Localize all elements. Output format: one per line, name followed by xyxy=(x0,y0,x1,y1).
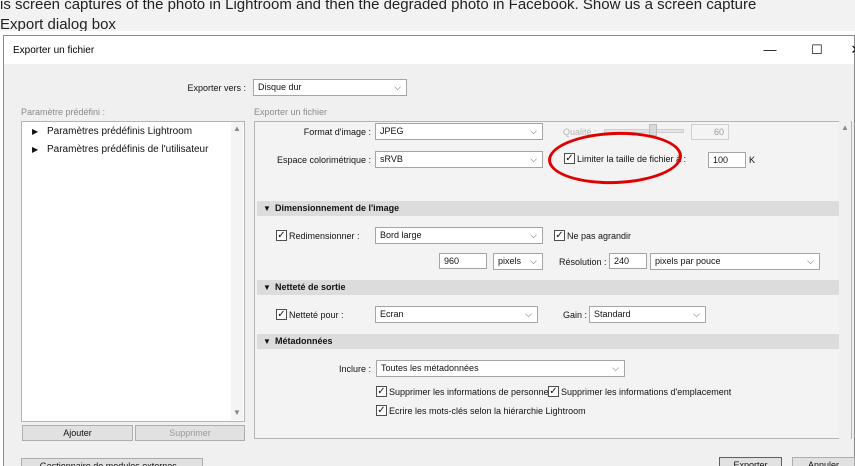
remove-preset-button[interactable]: Supprimer xyxy=(135,425,245,441)
quality-label: Qualité : xyxy=(563,127,597,137)
remove-location-checkbox[interactable]: ✓ xyxy=(548,386,559,397)
remove-location-label: Supprimer les informations d'emplacement xyxy=(561,387,732,397)
remove-person-label: Supprimer les informations de personne xyxy=(389,387,549,397)
limit-size-unit: K xyxy=(749,155,756,165)
sharpening-section-header[interactable]: ▼ Netteté de sortie xyxy=(257,280,839,295)
amount-select[interactable]: Standard ⌵ xyxy=(589,306,706,323)
chevron-down-icon: ⌵ xyxy=(612,363,619,373)
metadata-section-title: Métadonnées xyxy=(275,336,333,346)
background-text-line-2: Export dialog box xyxy=(0,16,116,31)
preset-group-label: Paramètres prédéfinis Lightroom xyxy=(47,126,193,137)
triangle-down-icon: ▼ xyxy=(263,283,271,292)
quality-slider-track[interactable] xyxy=(604,129,684,133)
chevron-down-icon: ⌵ xyxy=(807,256,814,266)
format-label: Format d'image : xyxy=(303,127,371,137)
resize-mode-select[interactable]: Bord large ⌵ xyxy=(375,227,543,244)
limit-size-checkbox[interactable]: ✓ xyxy=(564,153,575,164)
triangle-down-icon: ▼ xyxy=(263,337,271,346)
maximize-icon[interactable]: ☐ xyxy=(803,40,831,60)
colorspace-select[interactable]: sRVB ⌵ xyxy=(375,151,543,168)
size-unit-select[interactable]: pixels ⌵ xyxy=(493,253,543,270)
cancel-button[interactable]: Annuler xyxy=(792,457,855,466)
chevron-down-icon: ⌵ xyxy=(530,256,537,266)
colorspace-value: sRVB xyxy=(380,154,403,164)
resolution-input[interactable]: 240 xyxy=(609,253,647,269)
sharpen-checkbox[interactable]: ✓ xyxy=(276,309,287,320)
presets-header: Paramètre prédéfini : xyxy=(21,107,106,117)
sizing-section-title: Dimensionnement de l'image xyxy=(275,203,400,213)
scroll-up-icon[interactable]: ▲ xyxy=(841,123,849,132)
resolution-label: Résolution : xyxy=(559,257,607,267)
window-title: Exporter un fichier xyxy=(13,45,95,56)
preset-group-label: Paramètres prédéfinis de l'utilisateur xyxy=(47,144,209,155)
export-to-value: Disque dur xyxy=(258,82,302,92)
plugin-manager-button[interactable]: Gestionnaire de modules externes... xyxy=(21,458,203,466)
include-label: Inclure : xyxy=(338,364,371,374)
close-icon[interactable]: ✕ xyxy=(842,40,855,60)
remove-person-checkbox[interactable]: ✓ xyxy=(376,386,387,397)
quality-input[interactable]: 60 xyxy=(691,124,729,140)
sharpen-label: Netteté pour : xyxy=(289,310,344,320)
preset-group-user[interactable]: ▶ Paramètres prédéfinis de l'utilisateur xyxy=(32,143,208,157)
title-bar: Exporter un fichier — ☐ ✕ xyxy=(4,36,855,64)
sizing-section-header[interactable]: ▼ Dimensionnement de l'image xyxy=(257,201,839,216)
include-value: Toutes les métadonnées xyxy=(381,363,479,373)
background-forum-text: is screen captures of the photo in Light… xyxy=(0,0,855,31)
sharpening-section-title: Netteté de sortie xyxy=(275,282,346,292)
scroll-down-icon[interactable]: ▼ xyxy=(233,408,241,417)
settings-scrollbar[interactable]: ▲ xyxy=(839,121,851,439)
limit-size-label: Limiter la taille de fichier à : xyxy=(577,154,687,164)
sharpen-for-select[interactable]: Ecran ⌵ xyxy=(375,306,538,323)
chevron-down-icon: ⌵ xyxy=(530,230,537,240)
triangle-down-icon: ▼ xyxy=(263,204,271,213)
export-to-select[interactable]: Disque dur ⌵ xyxy=(253,79,407,96)
quality-slider-handle[interactable] xyxy=(649,124,657,136)
format-value: JPEG xyxy=(380,126,404,136)
resolution-unit-value: pixels par pouce xyxy=(655,256,721,266)
background-text-line-1: is screen captures of the photo in Light… xyxy=(0,0,757,13)
add-preset-button[interactable]: Ajouter xyxy=(22,425,133,441)
hierarchy-label: Ecrire les mots-clés selon la hiérarchie… xyxy=(389,406,586,416)
no-enlarge-checkbox[interactable]: ✓ xyxy=(554,230,565,241)
resolution-unit-select[interactable]: pixels par pouce ⌵ xyxy=(650,253,820,270)
chevron-down-icon: ⌵ xyxy=(530,154,537,164)
minimize-icon[interactable]: — xyxy=(756,40,784,60)
resize-mode-value: Bord large xyxy=(380,230,422,240)
scroll-up-icon[interactable]: ▲ xyxy=(233,124,241,133)
chevron-down-icon: ⌵ xyxy=(394,82,401,92)
export-to-label: Exporter vers : xyxy=(187,83,246,93)
no-enlarge-label: Ne pas agrandir xyxy=(567,231,632,241)
resize-label: Redimensionner : xyxy=(289,231,360,241)
format-select[interactable]: JPEG ⌵ xyxy=(375,123,543,140)
colorspace-label: Espace colorimétrique : xyxy=(276,155,371,165)
metadata-section-header[interactable]: ▼ Métadonnées xyxy=(257,334,839,349)
preset-group-lightroom[interactable]: ▶ Paramètres prédéfinis Lightroom xyxy=(32,125,192,139)
chevron-down-icon: ⌵ xyxy=(693,309,700,319)
amount-value: Standard xyxy=(594,309,631,319)
export-button[interactable]: Exporter xyxy=(719,457,782,466)
sharpen-for-value: Ecran xyxy=(380,309,404,319)
size-unit-value: pixels xyxy=(498,256,522,266)
chevron-down-icon: ⌵ xyxy=(530,126,537,136)
resize-checkbox[interactable]: ✓ xyxy=(276,230,287,241)
export-panel-header: Exporter un fichier xyxy=(254,107,328,117)
include-select[interactable]: Toutes les métadonnées ⌵ xyxy=(376,360,625,377)
triangle-right-icon: ▶ xyxy=(32,145,39,154)
chevron-down-icon: ⌵ xyxy=(525,309,532,319)
triangle-right-icon: ▶ xyxy=(32,127,39,136)
hierarchy-checkbox[interactable]: ✓ xyxy=(376,405,387,416)
presets-panel xyxy=(21,121,245,422)
presets-scrollbar[interactable]: ▲ ▼ xyxy=(231,122,243,420)
size-input[interactable]: 960 xyxy=(439,253,487,269)
amount-label: Gain : xyxy=(563,310,588,320)
limit-size-input[interactable]: 100 xyxy=(708,152,746,168)
